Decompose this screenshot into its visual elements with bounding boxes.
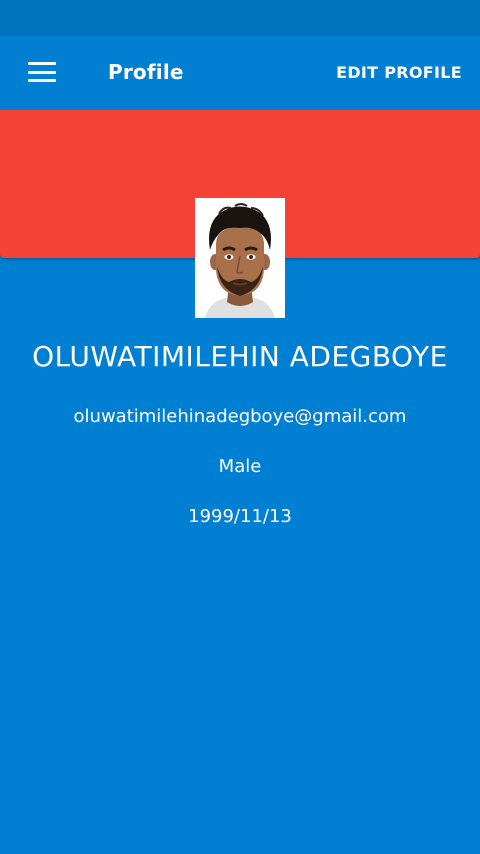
edit-profile-button[interactable]: EDIT PROFILE [336, 36, 462, 108]
status-bar [0, 0, 480, 36]
page-title: Profile [108, 60, 184, 84]
profile-gender: Male [218, 456, 262, 477]
avatar [195, 198, 285, 318]
menu-button[interactable] [18, 52, 66, 92]
profile-email: oluwatimilehinadegboye@gmail.com [73, 406, 407, 427]
app-bar: Profile EDIT PROFILE [0, 36, 480, 108]
profile-date-of-birth: 1999/11/13 [188, 506, 292, 527]
avatar-image [195, 198, 285, 318]
hamburger-menu-icon [28, 62, 56, 82]
profile-name: OLUWATIMILEHIN ADEGBOYE [32, 340, 448, 373]
